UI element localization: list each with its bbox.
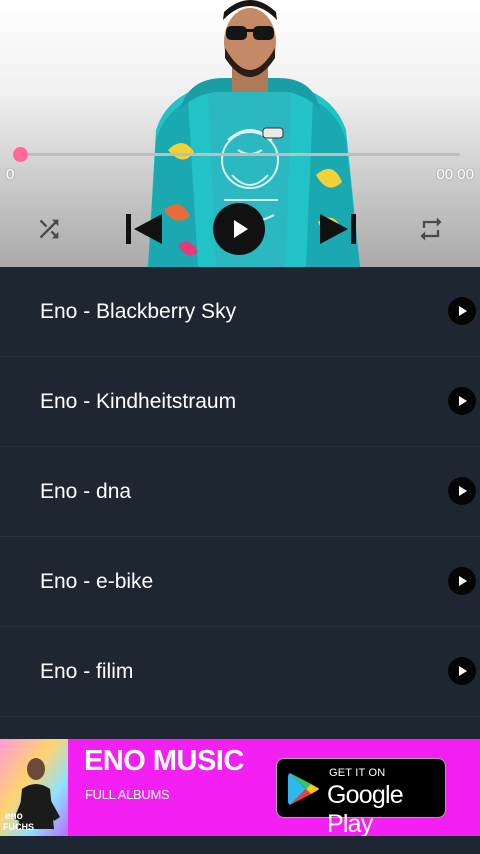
google-play-button[interactable]: GET IT ON Google Play: [276, 758, 446, 836]
repeat-button[interactable]: [414, 213, 448, 245]
song-title: Eno - dna: [40, 480, 132, 503]
total-time: 00 00: [436, 166, 474, 183]
skip-next-icon: [320, 214, 356, 244]
song-row[interactable]: Eno - e-bike: [0, 537, 480, 627]
svg-text:FUCHS: FUCHS: [3, 822, 34, 832]
play-icon: [459, 666, 467, 676]
seekbar[interactable]: [20, 153, 460, 156]
play-button[interactable]: [213, 203, 265, 255]
play-icon: [459, 576, 467, 586]
store-small-label: GET IT ON: [329, 767, 386, 779]
play-icon: [234, 220, 248, 238]
song-row[interactable]: Eno - Kindheitstraum: [0, 357, 480, 447]
play-icon: [459, 306, 467, 316]
shuffle-icon: [39, 219, 59, 239]
next-button[interactable]: [318, 210, 358, 248]
song-list: Eno - Blackberry Sky Eno - Kindheitstrau…: [0, 267, 480, 717]
google-play-icon: [288, 773, 319, 805]
song-title: Eno - e-bike: [40, 570, 154, 593]
song-play-button[interactable]: [448, 477, 476, 505]
song-play-button[interactable]: [448, 297, 476, 325]
store-name: Google Play: [327, 781, 404, 836]
svg-text:eno: eno: [5, 811, 23, 822]
previous-button[interactable]: [124, 210, 164, 248]
repeat-icon: [420, 217, 442, 241]
play-icon: [459, 486, 467, 496]
current-time: 0: [6, 166, 15, 183]
seekbar-thumb[interactable]: [13, 147, 28, 162]
song-play-button[interactable]: [448, 567, 476, 595]
song-title: Eno - Kindheitstraum: [40, 390, 237, 413]
song-row[interactable]: Eno - filim: [0, 627, 480, 717]
bottom-strip: [0, 836, 480, 854]
ad-title: ENO MUSIC: [84, 745, 244, 777]
ad-album-art: eno FUCHS: [0, 739, 68, 836]
song-row[interactable]: Eno - dna: [0, 447, 480, 537]
skip-previous-icon: [126, 214, 162, 244]
song-row[interactable]: Eno - Blackberry Sky: [0, 267, 480, 357]
song-play-button[interactable]: [448, 387, 476, 415]
play-icon: [459, 396, 467, 406]
shuffle-button[interactable]: [33, 213, 65, 245]
song-title: Eno - Blackberry Sky: [40, 300, 237, 323]
ad-subtitle: FULL ALBUMS: [85, 787, 170, 802]
song-play-button[interactable]: [448, 657, 476, 685]
song-title: Eno - filim: [40, 660, 134, 683]
ad-banner[interactable]: eno FUCHS ENO MUSIC FULL ALBUMS GET IT O…: [0, 739, 480, 836]
player-header: 0 00 00: [0, 0, 480, 267]
